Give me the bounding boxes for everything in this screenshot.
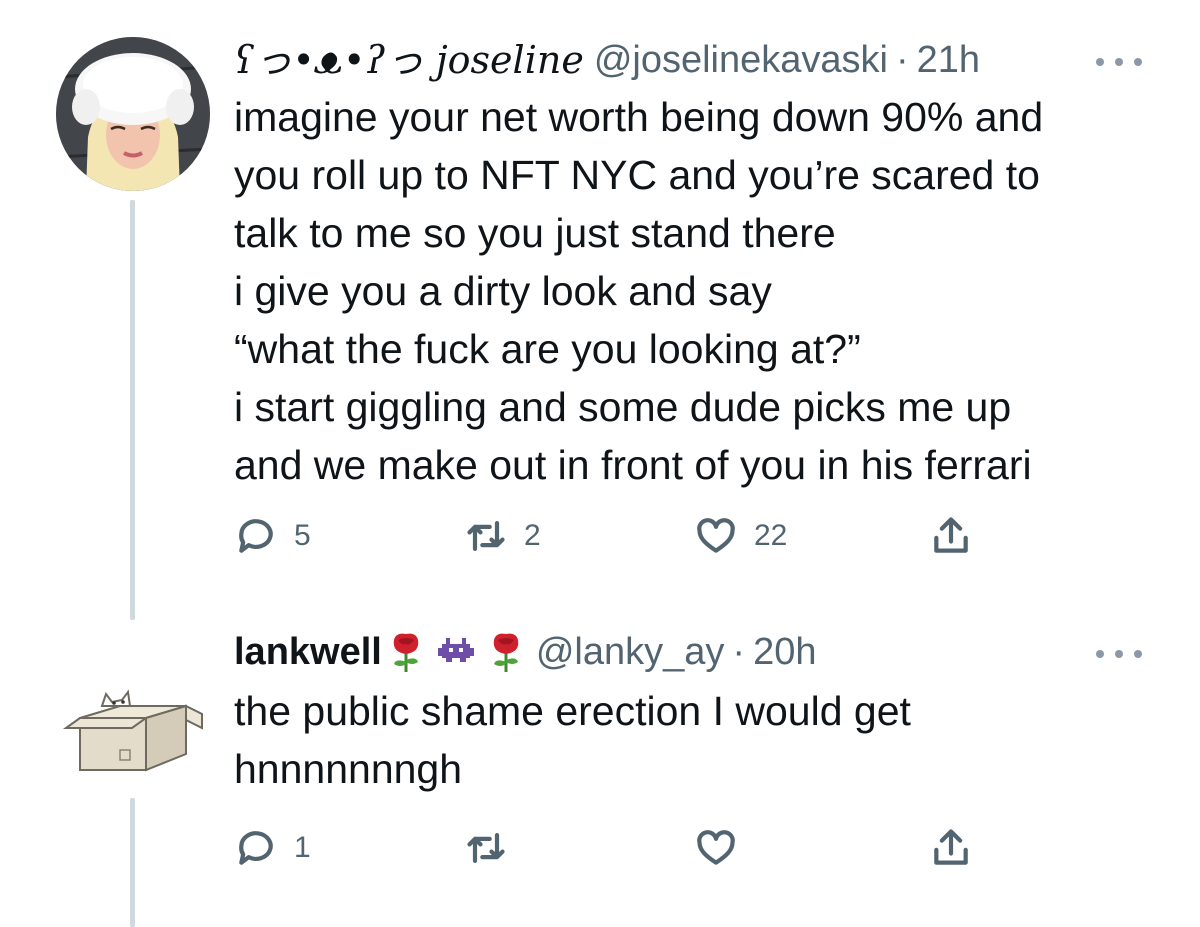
reply-count: 1 xyxy=(294,831,311,864)
tweet-header: lankwell @lanky_ay · 20h xyxy=(234,630,816,674)
share-button[interactable] xyxy=(929,514,989,558)
alien-monster-emoji-icon xyxy=(437,638,474,662)
more-dot xyxy=(1115,650,1123,658)
avatar-joseline[interactable] xyxy=(56,37,210,191)
reply-count: 5 xyxy=(294,519,311,552)
more-options-button[interactable] xyxy=(1096,644,1142,664)
share-icon xyxy=(934,517,968,553)
more-dot xyxy=(1115,58,1123,66)
display-name[interactable]: lankwell xyxy=(234,630,382,674)
like-count: 22 xyxy=(754,519,788,552)
more-dot xyxy=(1134,58,1142,66)
separator-dot: · xyxy=(732,631,746,673)
user-handle[interactable]: @lanky_ay xyxy=(536,630,725,674)
timestamp[interactable]: 21h xyxy=(917,38,980,82)
more-dot xyxy=(1134,650,1142,658)
thread-line xyxy=(130,200,135,620)
reply-icon xyxy=(239,831,273,865)
timestamp[interactable]: 20h xyxy=(753,630,816,674)
rose-emoji-icon xyxy=(393,633,419,672)
avatar-image xyxy=(56,37,210,191)
display-name[interactable]: ʕっ•ᴥ•ʔっ joseline xyxy=(234,38,584,82)
retweet-icon xyxy=(467,521,505,551)
retweet-icon xyxy=(467,833,505,863)
retweet-count: 2 xyxy=(524,519,541,552)
tweet-1[interactable]: ʕっ•ᴥ•ʔっ joseline @joselinekavaski · 21h … xyxy=(0,0,1200,620)
like-button[interactable]: 22 xyxy=(694,514,787,558)
avatar-lankwell[interactable] xyxy=(56,640,210,794)
more-options-button[interactable] xyxy=(1096,52,1142,72)
reply-button[interactable]: 5 xyxy=(234,514,311,558)
reply-button[interactable]: 1 xyxy=(234,826,311,870)
tweet-text: the public shame erection I would get hn… xyxy=(234,688,911,792)
more-dot xyxy=(1096,650,1104,658)
share-button[interactable] xyxy=(929,826,989,870)
reply-icon xyxy=(239,519,273,553)
rose-emoji-icon xyxy=(493,633,519,672)
tweet-text: imagine your net worth being down 90% an… xyxy=(234,94,1044,488)
tweet-actions: 5 2 22 xyxy=(234,514,994,564)
share-icon xyxy=(934,829,968,865)
tweet-2[interactable]: lankwell @lanky_ay · 20h the public sham… xyxy=(0,620,1200,927)
retweet-button[interactable]: 2 xyxy=(464,514,541,558)
retweet-button[interactable] xyxy=(464,826,524,870)
tweet-header: ʕっ•ᴥ•ʔっ joseline @joselinekavaski · 21h xyxy=(234,38,980,82)
separator-dot: · xyxy=(895,39,909,81)
tweet-actions: 1 xyxy=(234,826,994,876)
like-button[interactable] xyxy=(694,826,754,870)
avatar-image xyxy=(56,640,210,794)
heart-icon xyxy=(697,518,735,553)
thread-line xyxy=(130,798,135,927)
more-dot xyxy=(1096,58,1104,66)
heart-icon xyxy=(697,830,735,865)
user-handle[interactable]: @joselinekavaski xyxy=(594,38,888,82)
